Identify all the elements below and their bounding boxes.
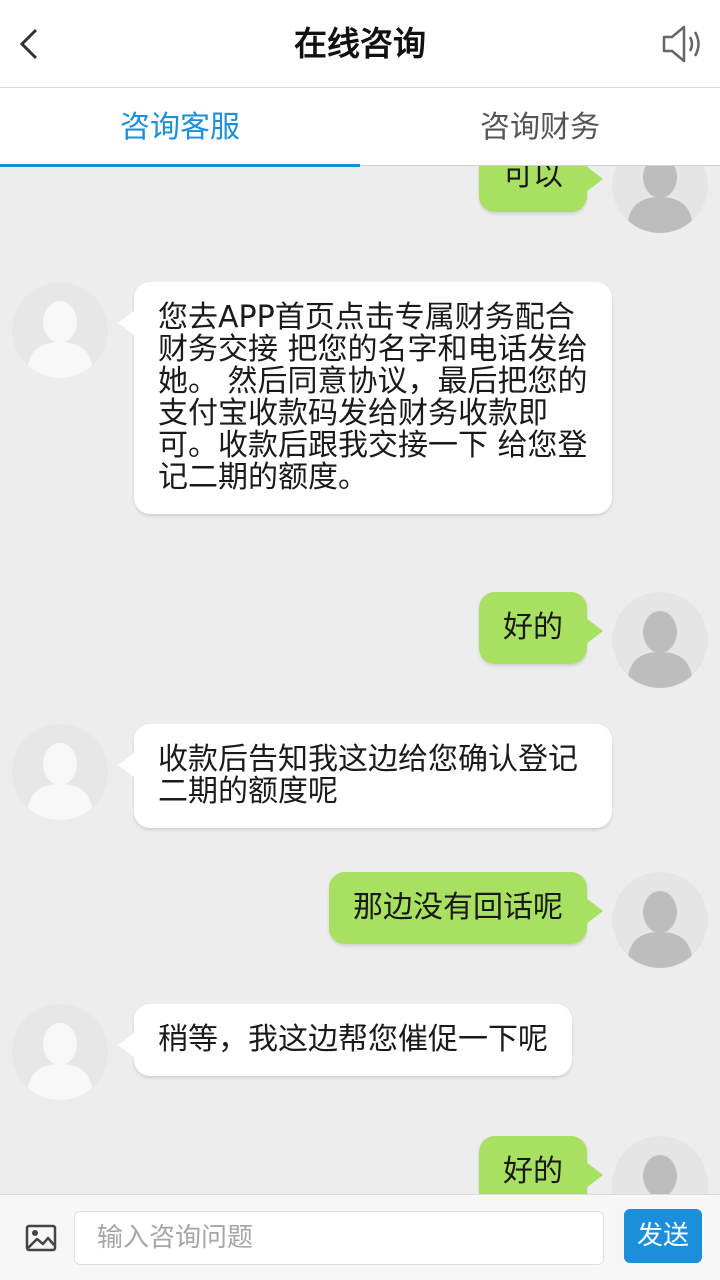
image-icon xyxy=(25,1224,57,1252)
message-bubble-user: 好的 xyxy=(479,1136,603,1194)
chat-message-list[interactable]: 可以 您去APP首页点击专属财务配合财务交接 把您的名字和电话发给她。 然后同意… xyxy=(0,166,720,1194)
service-avatar xyxy=(12,724,108,820)
user-avatar xyxy=(612,592,708,688)
user-avatar-icon xyxy=(612,872,708,968)
speaker-button[interactable] xyxy=(660,22,706,66)
service-avatar xyxy=(12,1004,108,1100)
tab-customer-service[interactable]: 咨询客服 xyxy=(0,88,360,167)
user-avatar-icon xyxy=(612,1136,708,1194)
image-button[interactable] xyxy=(24,1221,58,1255)
message-bubble-user: 好的 xyxy=(479,592,603,664)
service-avatar-icon xyxy=(12,724,108,820)
message-bubble-service: 您去APP首页点击专属财务配合财务交接 把您的名字和电话发给她。 然后同意协议，… xyxy=(118,282,612,514)
message-bubble-service: 收款后告知我这边给您确认登记二期的额度呢 xyxy=(118,724,612,828)
tab-finance[interactable]: 咨询财务 xyxy=(360,88,720,166)
top-bar: 在线咨询 xyxy=(0,0,720,88)
user-avatar xyxy=(612,1136,708,1194)
service-avatar-icon xyxy=(12,1004,108,1100)
tab-bar: 咨询客服 咨询财务 xyxy=(0,88,720,167)
send-button[interactable]: 发送 xyxy=(624,1209,702,1263)
speaker-icon xyxy=(662,25,700,63)
page-title: 在线咨询 xyxy=(294,24,426,63)
service-avatar xyxy=(12,282,108,378)
message-bubble-service: 稍等，我这边帮您催促一下呢 xyxy=(118,1004,572,1076)
input-bar: 发送 xyxy=(0,1194,720,1280)
tab-label: 咨询客服 xyxy=(120,110,240,145)
user-avatar-icon xyxy=(612,592,708,688)
user-avatar-icon xyxy=(612,166,708,233)
user-avatar xyxy=(612,872,708,968)
consult-question-input[interactable] xyxy=(74,1211,604,1265)
user-avatar xyxy=(612,166,708,233)
tab-label: 咨询财务 xyxy=(480,110,600,145)
message-bubble-user: 那边没有回话呢 xyxy=(329,872,603,944)
message-bubble-user: 可以 xyxy=(479,166,603,212)
service-avatar-icon xyxy=(12,282,108,378)
